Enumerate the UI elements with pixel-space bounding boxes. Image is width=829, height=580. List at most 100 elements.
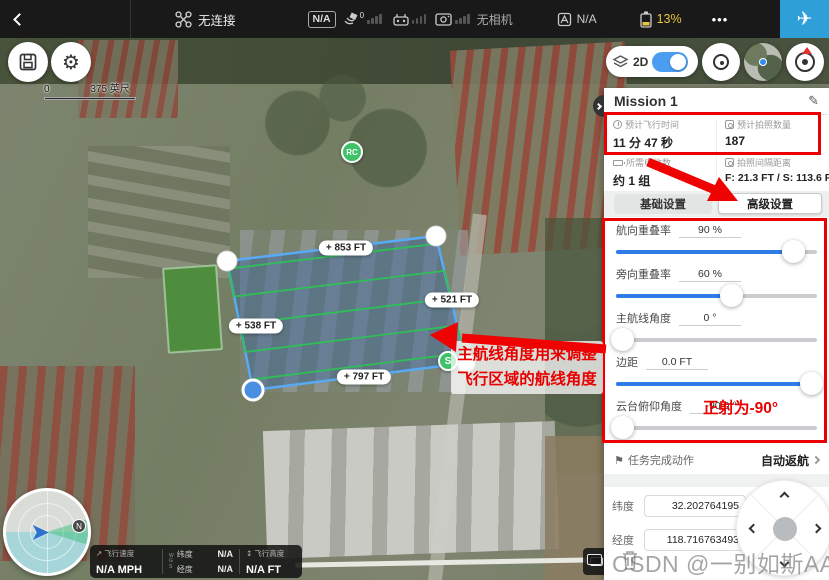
wgs-label: WGS: [169, 554, 174, 571]
video-signal-bars-icon: [455, 14, 470, 24]
slider-margin: 边距0.0 FT: [616, 354, 817, 394]
margin-slider[interactable]: [616, 372, 817, 396]
edge-label-bottom: + 797 FT: [337, 370, 391, 385]
tab-advanced-settings[interactable]: 高级设置: [718, 193, 822, 214]
aircraft-heading-icon: ➤: [30, 518, 50, 547]
save-button[interactable]: [8, 42, 48, 82]
north-badge: N: [72, 519, 86, 533]
slider-course-overlap: 航向重叠率90 %: [616, 222, 817, 262]
nudge-right-button[interactable]: [812, 524, 822, 534]
slider-knob[interactable]: [782, 240, 805, 263]
margin-value[interactable]: 0.0 FT: [646, 356, 708, 370]
stat-flight-time: 预计飞行时间 11 分 47 秒: [604, 115, 714, 153]
telemetry-bar: ↗飞行速度 N/A MPH WGS 纬度 N/A 经度 N/A ↕飞行高度 N/A …: [90, 545, 302, 578]
speed-label: 飞行速度: [104, 548, 134, 559]
ortho-note: 正射为-90°: [703, 396, 778, 418]
course-overlap-slider[interactable]: [616, 240, 817, 264]
nudge-up-button[interactable]: [780, 492, 790, 502]
dpad-center[interactable]: [773, 517, 797, 541]
drone-status: 无连接: [198, 10, 236, 29]
lat-value: N/A: [218, 549, 234, 560]
back-icon: [13, 13, 26, 26]
flight-mode-value[interactable]: N/A: [577, 12, 597, 26]
latitude-row: 纬度 32.202764195: [612, 494, 752, 518]
scale-bar-line: [44, 97, 136, 100]
route-angle-note: 主航线角度用来调整 飞行区域的航线角度: [451, 341, 603, 394]
drone-icon: [175, 11, 192, 28]
compass-button[interactable]: [786, 43, 824, 81]
mission-stats: 预计飞行时间 11 分 47 秒 预计拍照数量 187 所需电池数 约 1 组 …: [604, 115, 829, 191]
gimbal-pitch-slider[interactable]: [616, 416, 817, 440]
slider-knob[interactable]: [720, 284, 743, 307]
compass-icon: [795, 52, 815, 72]
slider-knob[interactable]: [611, 328, 634, 351]
slider-course-angle: 主航线角度0 °: [616, 310, 817, 350]
satellite-icon: [343, 12, 359, 26]
altitude-value: N/A FT: [246, 564, 294, 576]
course-angle-value[interactable]: 0 °: [679, 312, 741, 326]
stat-battery-count: 所需电池数 约 1 组: [604, 153, 714, 191]
panel-header: Mission 1 ✎: [604, 88, 829, 115]
altitude-icon: ↕: [246, 549, 252, 558]
interval-icon: [725, 158, 734, 167]
altitude-label: 飞行高度: [254, 548, 284, 559]
chevron-right-icon: [595, 102, 602, 109]
side-overlap-value[interactable]: 60 %: [679, 268, 741, 282]
settings-button[interactable]: ⚙: [51, 42, 91, 82]
gps-signal-bars-icon: [367, 14, 382, 24]
battery-pack-icon: [613, 160, 623, 166]
flight-mode-icon: [557, 12, 572, 27]
rc-signal-bars-icon: [412, 14, 427, 24]
edge-label-top: + 853 FT: [319, 241, 373, 256]
minimap-button[interactable]: [744, 43, 782, 81]
camera-status: 无相机: [477, 11, 513, 28]
layers-icon: [590, 557, 603, 566]
map-layers-icon: [612, 55, 629, 68]
nudge-left-button[interactable]: [749, 524, 759, 534]
stat-photo-interval: 拍照间隔距离 F: 21.3 FT / S: 113.6 FT: [716, 153, 826, 191]
chevron-right-icon: [812, 456, 820, 464]
slider-knob[interactable]: [800, 372, 823, 395]
edit-mission-button[interactable]: ✎: [808, 94, 819, 109]
speed-arrow-icon: ↗: [96, 549, 102, 558]
slider-knob[interactable]: [611, 416, 634, 439]
map-mode-label: 2D: [633, 55, 648, 69]
map-mode-toggle[interactable]: [652, 52, 688, 72]
takeoff-button[interactable]: ✈: [780, 0, 829, 38]
mission-panel: Mission 1 ✎ 预计飞行时间 11 分 47 秒 预计拍照数量 187 …: [604, 88, 829, 580]
settings-tabs: 基础设置 高级设置: [604, 191, 829, 217]
slider-side-overlap: 旁向重叠率60 %: [616, 266, 817, 306]
course-overlap-value[interactable]: 90 %: [679, 224, 741, 238]
edge-label-left: + 538 FT: [229, 319, 283, 334]
camera-icon: [725, 120, 734, 129]
minimap-location-dot: [759, 58, 767, 66]
latitude-input[interactable]: 32.202764195: [644, 495, 746, 517]
save-icon: [19, 53, 37, 71]
speed-value: N/A MPH: [96, 564, 156, 576]
gps-count: 0: [360, 11, 364, 20]
side-overlap-slider[interactable]: [616, 284, 817, 308]
watermark: CSDN @一别如斯AA: [612, 545, 829, 579]
mission-title: Mission 1: [614, 93, 808, 109]
remote-controller-icon: [393, 13, 409, 26]
scale-distance: 375 英尺: [90, 84, 129, 95]
locate-button[interactable]: [702, 43, 740, 81]
edge-label-right: + 521 FT: [425, 293, 479, 308]
rc-position-marker: RC: [341, 141, 363, 163]
map-scale-bar: 0 375 英尺: [44, 80, 136, 100]
lon-label: 经度: [177, 564, 193, 575]
tab-basic-settings[interactable]: 基础设置: [614, 194, 712, 214]
gps-mode-badge[interactable]: N/A: [308, 11, 336, 28]
finish-action-row[interactable]: ⚑ 任务完成动作 自动返航: [604, 448, 829, 472]
lat-label: 纬度: [177, 549, 193, 560]
battery-percent[interactable]: 13%: [657, 12, 682, 26]
course-angle-slider[interactable]: [616, 328, 817, 352]
crosshair-icon: [713, 54, 729, 70]
stat-photo-count: 预计拍照数量 187: [716, 115, 826, 153]
camera-signal-icon: [435, 13, 452, 26]
status-bar: 无连接 N/A 0 无相机 N/A 13% ••• ✈: [0, 0, 829, 38]
map-mode-pill[interactable]: 2D: [606, 46, 698, 77]
back-button[interactable]: [0, 15, 38, 24]
more-button[interactable]: •••: [712, 12, 729, 27]
lon-value: N/A: [218, 564, 234, 575]
